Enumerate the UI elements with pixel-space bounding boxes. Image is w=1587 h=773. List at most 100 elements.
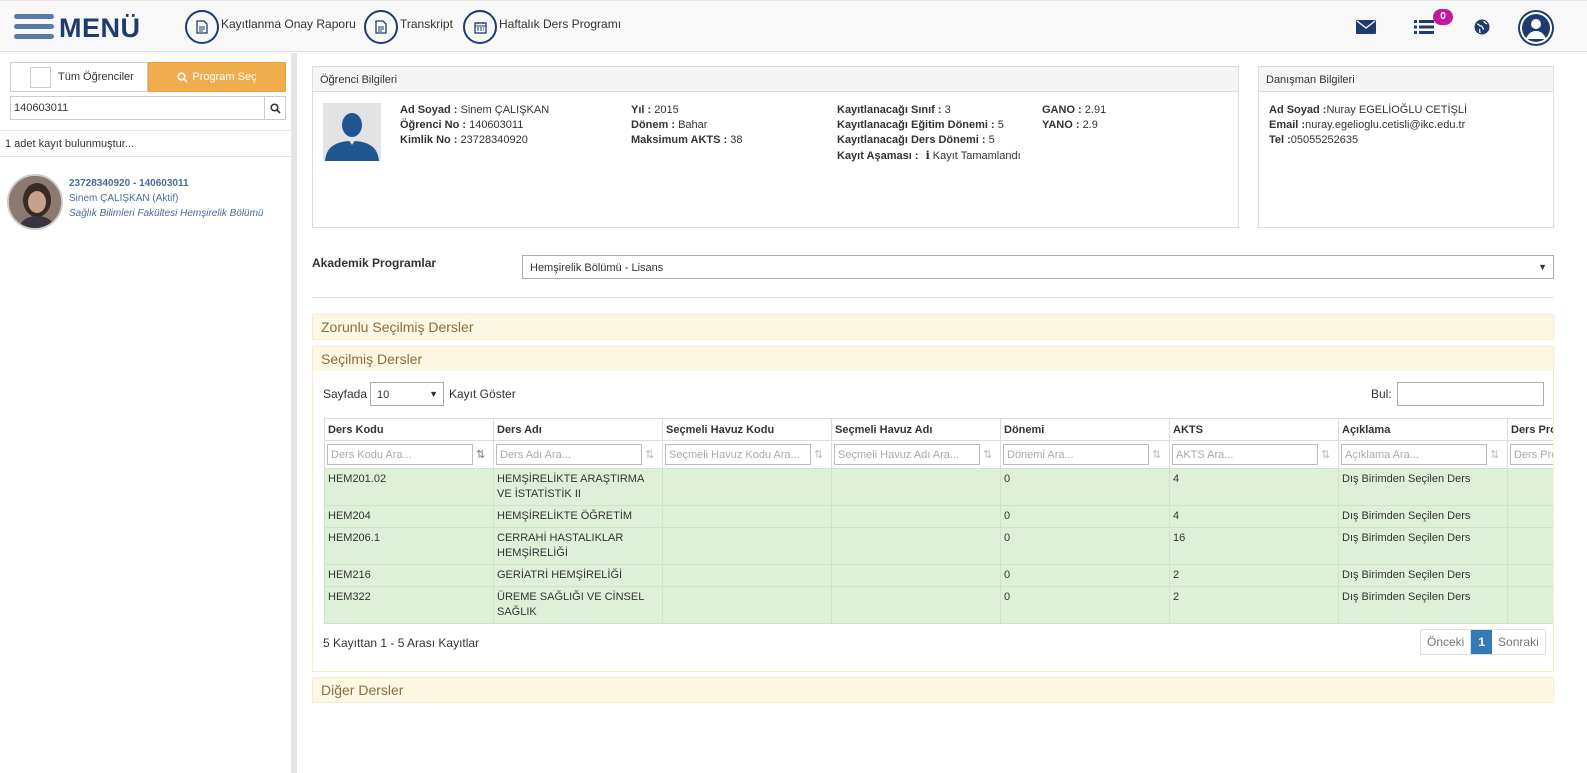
- menu-label[interactable]: MENÜ: [59, 13, 141, 44]
- current-page-button[interactable]: 1: [1471, 630, 1493, 654]
- other-courses-header[interactable]: Diğer Dersler: [312, 677, 1554, 703]
- user-avatar-icon[interactable]: [1518, 10, 1554, 46]
- sort-icon[interactable]: ⇅: [814, 448, 823, 461]
- all-students-tab[interactable]: Tüm Öğrenciler: [10, 62, 148, 92]
- sidebar-scrollbar[interactable]: [291, 53, 297, 773]
- selected-courses-header[interactable]: Seçilmiş Dersler: [312, 346, 1554, 372]
- sort-icon[interactable]: ⇅: [1152, 448, 1161, 461]
- selected-courses-body: Sayfada 10 ▼ Kayıt Göster Bul: Ders Kodu…: [312, 371, 1554, 672]
- sort-icon[interactable]: ⇅: [1490, 448, 1499, 461]
- sort-icon[interactable]: ⇅: [1321, 448, 1330, 461]
- elective-pool-code: [662, 527, 832, 565]
- table-row[interactable]: HEM206.1 CERRAHİ HASTALIKLAR HEMŞİRELİĞİ…: [324, 527, 1553, 565]
- sort-icon[interactable]: ⇅: [983, 448, 992, 461]
- advisor-phone-row: Tel :05055252635: [1269, 134, 1358, 146]
- course-name: CERRAHİ HASTALIKLAR HEMŞİRELİĞİ: [493, 527, 663, 565]
- identity-no-row: Kimlik No : 23728340920: [400, 134, 528, 146]
- column-header[interactable]: Ders Adı: [493, 418, 663, 441]
- table-row[interactable]: HEM322 ÜREME SAĞLIĞI VE CİNSEL SAĞLIK 0 …: [324, 586, 1553, 624]
- document-icon: [364, 10, 398, 44]
- student-list-item[interactable]: 23728340920 - 140603011 Sinem ÇALIŞKAN (…: [0, 170, 291, 234]
- transcript-label: Transkript: [400, 17, 453, 31]
- student-search: [10, 96, 286, 120]
- select-program-label: Program Seç: [192, 71, 257, 83]
- page-size-value: 10: [377, 389, 390, 401]
- elective-pool-code: [662, 505, 832, 528]
- filter-input[interactable]: Ders Pro: [1510, 444, 1553, 465]
- course-program: [1507, 468, 1553, 506]
- education-term-row: Kayıtlanacağı Eğitim Dönemi : 5: [837, 119, 1004, 131]
- academic-program-select[interactable]: Hemşirelik Bölümü - Lisans ▼: [522, 255, 1554, 279]
- key: YANO :: [1042, 119, 1080, 131]
- search-icon: [177, 71, 189, 83]
- description: Dış Birimden Seçilen Ders: [1338, 505, 1508, 528]
- key: Kayıtlanacağı Sınıf :: [837, 104, 942, 116]
- term: 0: [1000, 527, 1170, 565]
- filter-input[interactable]: Ders Kodu Ara...: [327, 444, 473, 465]
- table-row[interactable]: HEM216 GERİATRİ HEMŞİRELİĞİ 0 2 Dış Biri…: [324, 564, 1553, 587]
- value: Bahar: [678, 119, 708, 131]
- transcript-link[interactable]: Transkript: [364, 10, 453, 46]
- course-program: [1507, 564, 1553, 587]
- column-header[interactable]: Açıklama: [1338, 418, 1508, 441]
- filter-input[interactable]: Açıklama Ara...: [1341, 444, 1487, 465]
- pagination: Önceki 1 Sonraki: [1420, 629, 1546, 655]
- filter-input[interactable]: Seçmeli Havuz Adı Ara...: [834, 444, 980, 465]
- table-row[interactable]: HEM201.02 HEMŞİRELİKTE ARAŞTIRMA VE İSTA…: [324, 468, 1553, 506]
- all-students-checkbox[interactable]: [30, 66, 51, 88]
- value: Nuray EGELİOĞLU CETİŞLİ: [1326, 104, 1468, 116]
- course-program: [1507, 505, 1553, 528]
- key: Dönem :: [631, 119, 675, 131]
- course-code: HEM216: [324, 564, 494, 587]
- globe-icon[interactable]: [1470, 15, 1494, 39]
- page-size-label: Sayfada: [323, 387, 368, 401]
- elective-pool-name: [831, 586, 1001, 624]
- document-icon: [185, 10, 219, 44]
- course-name: GERİATRİ HEMŞİRELİĞİ: [493, 564, 663, 587]
- mandatory-courses-header[interactable]: Zorunlu Seçilmiş Dersler: [312, 314, 1554, 340]
- akts: 2: [1169, 564, 1339, 587]
- filter-input[interactable]: AKTS Ara...: [1172, 444, 1318, 465]
- column-header[interactable]: Seçmeli Havuz Kodu: [662, 418, 832, 441]
- sort-asc-icon[interactable]: ⇅: [476, 448, 485, 461]
- filter-input[interactable]: Ders Adı Ara...: [496, 444, 642, 465]
- column-header[interactable]: Ders Pro: [1507, 418, 1553, 441]
- akts: 4: [1169, 505, 1339, 528]
- table-row[interactable]: HEM204 HEMŞİRELİKTE ÖĞRETİM 0 4 Dış Biri…: [324, 505, 1553, 528]
- find-input[interactable]: [1397, 382, 1544, 406]
- akts: 2: [1169, 586, 1339, 624]
- weekly-schedule-link[interactable]: Haftalık Ders Programı: [463, 10, 621, 46]
- enrollment-report-link[interactable]: Kayıtlanma Onay Raporu: [185, 10, 356, 46]
- filter-input[interactable]: Seçmeli Havuz Kodu Ara...: [665, 444, 811, 465]
- sort-icon[interactable]: ⇅: [645, 448, 654, 461]
- column-header[interactable]: Dönemi: [1000, 418, 1170, 441]
- envelope-icon[interactable]: [1354, 15, 1378, 39]
- search-button[interactable]: [264, 97, 285, 119]
- column-header[interactable]: Seçmeli Havuz Adı: [831, 418, 1001, 441]
- key: Kayıt Aşaması :: [837, 150, 919, 162]
- value: 2.91: [1084, 104, 1107, 116]
- elective-pool-code: [662, 586, 832, 624]
- value: 2.9: [1082, 119, 1098, 131]
- student-search-input[interactable]: [11, 97, 266, 119]
- column-header[interactable]: Ders Kodu: [324, 418, 494, 441]
- key: Tel :: [1269, 134, 1291, 146]
- column-header[interactable]: AKTS: [1169, 418, 1339, 441]
- student-faculty: Sağlık Bilimleri Fakültesi Hemşirelik Bö…: [69, 208, 264, 219]
- info-icon: i: [925, 149, 930, 162]
- page-size-select[interactable]: 10 ▼: [370, 382, 444, 406]
- value: 5: [997, 119, 1004, 131]
- select-program-button[interactable]: Program Seç: [148, 62, 286, 92]
- key: Ad Soyad :: [400, 104, 458, 116]
- previous-page-button[interactable]: Önceki: [1421, 630, 1472, 654]
- key: Kimlik No :: [400, 134, 458, 146]
- advisor-email-row: Email :nuray.egelioglu.cetisli@ikc.edu.t…: [1269, 119, 1465, 131]
- description: Dış Birimden Seçilen Ders: [1338, 586, 1508, 624]
- sidebar: [0, 53, 291, 773]
- all-students-label: Tüm Öğrenciler: [58, 71, 134, 83]
- student-photo: [7, 174, 63, 230]
- filter-input[interactable]: Dönemi Ara...: [1003, 444, 1149, 465]
- course-name: HEMŞİRELİKTE ARAŞTIRMA VE İSTATİSTİK II: [493, 468, 663, 506]
- hamburger-menu-icon[interactable]: [14, 14, 54, 42]
- next-page-button[interactable]: Sonraki: [1492, 630, 1545, 654]
